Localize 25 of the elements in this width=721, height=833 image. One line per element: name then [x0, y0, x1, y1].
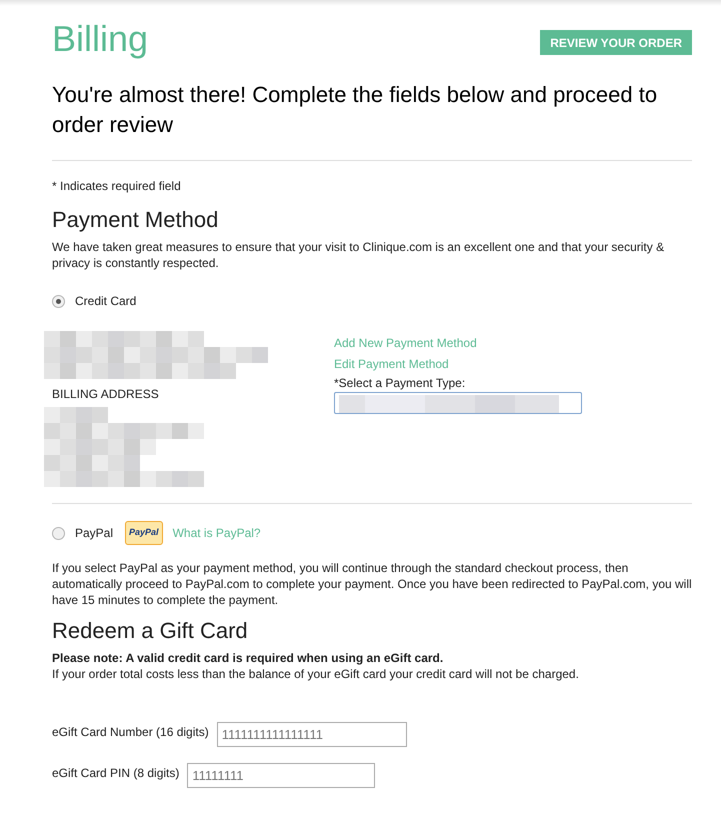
paypal-logo: PayPal: [125, 521, 163, 545]
paypal-note: If you select PayPal as your payment method, you will continue through the standard checkout process, then automatically proceed to PayPal.com to complete your payment. Once you have been redirected to PayPal.com, you will have 15 minutes to complete the payment.: [52, 560, 692, 608]
subtitle: You're almost there! Complete the fields below and proceed to order review: [52, 81, 658, 139]
billing-address-label: BILLING ADDRESS: [52, 386, 160, 403]
input-field[interactable]: 11111111: [187, 763, 376, 788]
radio-label: Credit Card: [75, 293, 136, 310]
payment-type-select[interactable]: [334, 392, 582, 414]
field-label: eGift Card PIN (8 digits): [52, 765, 180, 782]
required-note: * Indicates required field: [52, 178, 182, 195]
section-heading: Redeem a Gift Card: [52, 617, 249, 645]
intro-text: We have taken great measures to ensure that your visit to Clinique.com is an excellent one and that your security & privacy is constantly respected.: [52, 239, 666, 271]
field-label: eGift Card Number (16 digits): [52, 724, 209, 741]
radio-button[interactable]: [52, 526, 65, 540]
radio-label: PayPal: [75, 525, 114, 542]
gift-card-note: If your order total costs less than the balance of your eGift card your credit card will not be charged.: [52, 666, 580, 682]
page-title: Billing: [52, 17, 148, 61]
what-is-paypal-link[interactable]: What is PayPal?: [172, 524, 261, 542]
radio-button[interactable]: [52, 294, 65, 308]
review-order-button[interactable]: REVIEW YOUR ORDER: [540, 30, 692, 55]
section-heading: Payment Method: [52, 206, 220, 234]
gift-card-note: Please note: A valid credit card is required when using an eGift card.: [52, 650, 444, 666]
payment-link[interactable]: Add New Payment Method: [334, 333, 582, 353]
input-field[interactable]: 1111111111111111: [216, 722, 407, 747]
select-label: *Select a Payment Type:: [334, 375, 466, 392]
payment-link[interactable]: Edit Payment Method: [334, 354, 582, 374]
